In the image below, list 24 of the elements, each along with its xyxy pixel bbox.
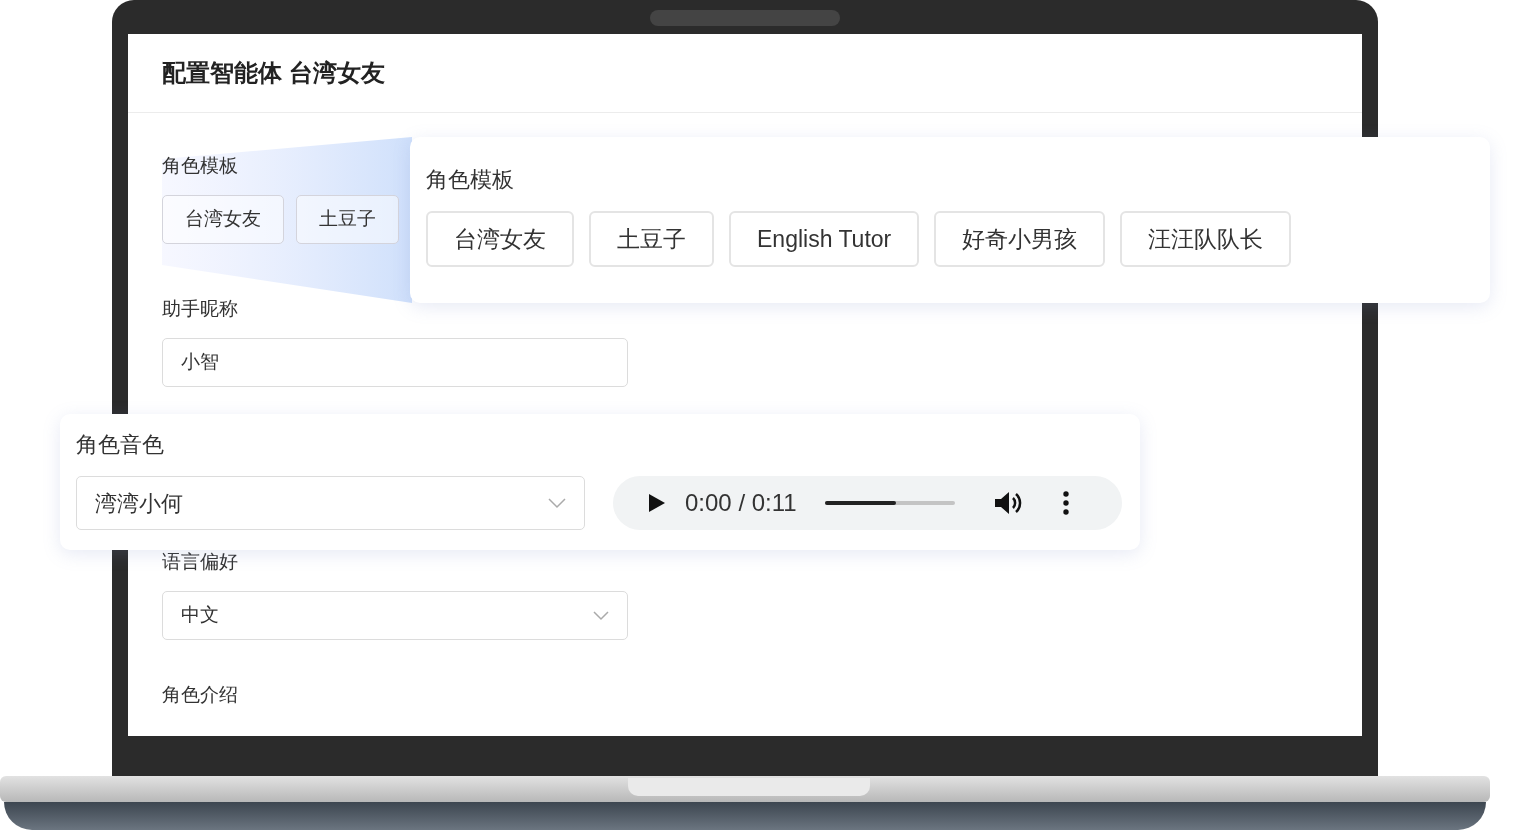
template-button[interactable]: 台湾女友 — [162, 195, 284, 244]
dialog-title: 配置智能体 台湾女友 — [162, 58, 385, 88]
template-button[interactable]: 汪汪队队长 — [1120, 211, 1292, 267]
more-options-icon[interactable] — [1062, 491, 1069, 515]
time-readout: 0:00 / 0:11 — [685, 488, 797, 518]
field-label: 角色模板 — [162, 154, 239, 178]
template-button[interactable]: 土豆子 — [589, 211, 714, 267]
template-button[interactable]: English Tutor — [729, 211, 920, 267]
field-label: 角色模板 — [426, 166, 515, 194]
field-label: 角色音色 — [76, 431, 165, 459]
field-label: 角色介绍 — [162, 683, 239, 707]
field-label: 助手昵称 — [162, 297, 239, 321]
progress-track[interactable] — [824, 501, 955, 505]
nickname-field[interactable]: 小智 — [162, 338, 628, 387]
template-button[interactable]: 台湾女友 — [426, 211, 574, 267]
chevron-down-icon — [548, 497, 566, 509]
chevron-down-icon — [593, 610, 609, 621]
play-icon[interactable] — [649, 494, 665, 512]
template-button[interactable]: 土豆子 — [296, 195, 399, 244]
template-button[interactable]: 好奇小男孩 — [934, 211, 1106, 267]
volume-icon[interactable] — [994, 491, 1023, 515]
voice-select[interactable]: 湾湾小何 — [76, 476, 585, 530]
field-label: 语言偏好 — [162, 550, 239, 574]
language-select[interactable]: 中文 — [162, 591, 628, 640]
